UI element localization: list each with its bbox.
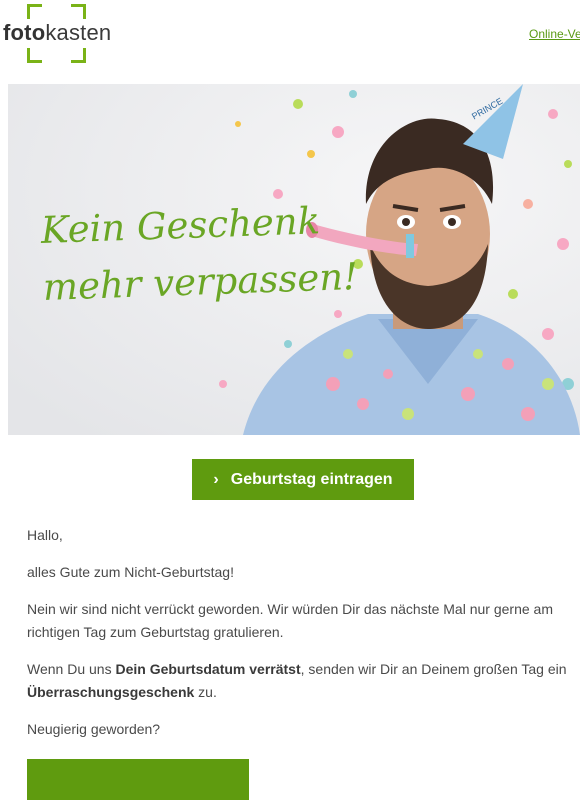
hero-banner[interactable]: PRINCE Kein Geschenk mehr verpassen! xyxy=(8,84,580,435)
greeting: Hallo, xyxy=(27,527,63,543)
logo-wordmark: fotokasten xyxy=(3,20,112,45)
secondary-cta-button[interactable] xyxy=(27,759,249,800)
email-body: Hallo, alles Gute zum Nicht-Geburtstag! … xyxy=(27,524,575,755)
button-label: Geburtstag eintragen xyxy=(230,470,393,488)
body-paragraph: Wenn Du uns Dein Geburtsdatum verrätst, … xyxy=(27,661,567,700)
hero-headline-line: mehr verpassen! xyxy=(42,254,359,309)
body-paragraph: alles Gute zum Nicht-Geburtstag! xyxy=(27,564,234,580)
enter-birthday-button[interactable]: › Geburtstag eintragen xyxy=(192,459,414,500)
email-header: fotokasten Online-Ver xyxy=(0,0,580,70)
logo-frame-corner xyxy=(27,4,42,19)
fotokasten-logo[interactable]: fotokasten xyxy=(3,4,113,63)
logo-frame-corner xyxy=(71,48,86,63)
online-version-link[interactable]: Online-Ver xyxy=(529,27,580,41)
body-paragraph: Nein wir sind nicht verrückt geworden. W… xyxy=(27,601,553,640)
emphasis-gift: Überraschungsgeschenk xyxy=(27,684,195,700)
chevron-right-icon: › xyxy=(213,470,219,488)
hero-headline: Kein Geschenk mehr verpassen! xyxy=(40,191,359,316)
body-question: Neugierig geworden? xyxy=(27,721,161,737)
logo-frame-corner xyxy=(71,4,86,19)
logo-frame-corner xyxy=(27,48,42,63)
emphasis-birthday: Dein Geburtsdatum verrätst xyxy=(115,661,301,677)
